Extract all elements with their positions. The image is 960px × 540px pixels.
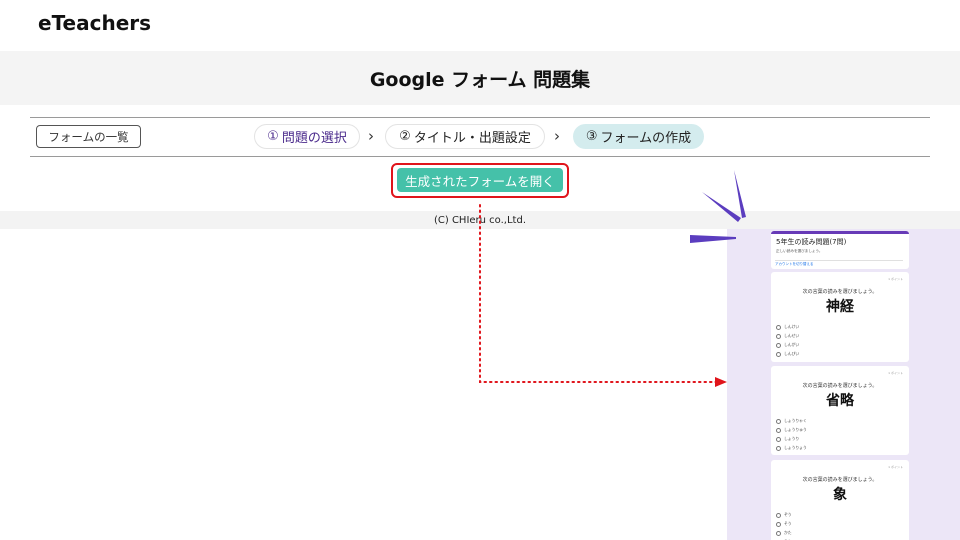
emphasis-burst-icon — [690, 170, 746, 243]
page: eTeachers Google フォーム 問題集 フォームの一覧 ① 問題の選… — [0, 0, 960, 540]
annotation-overlay — [479, 170, 746, 387]
dotted-arrow-icon — [479, 204, 727, 387]
